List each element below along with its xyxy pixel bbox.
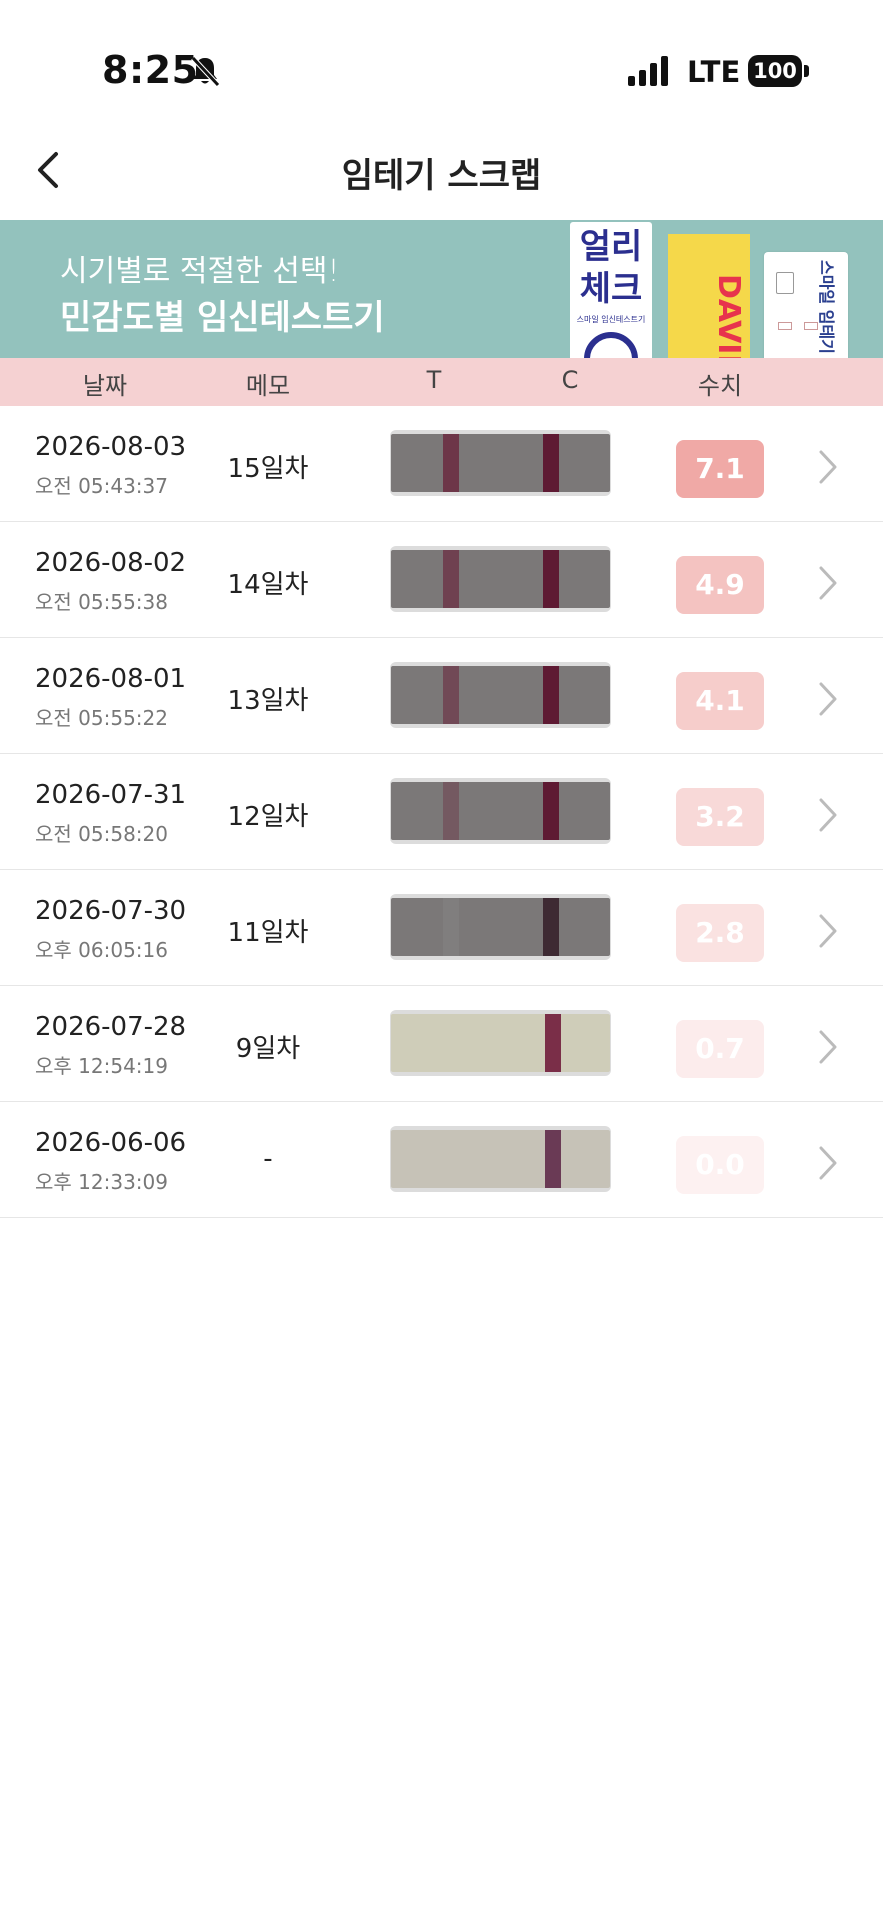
test-strip-image xyxy=(390,778,611,844)
test-strip-image xyxy=(390,894,611,960)
row-time: 오전 05:58:20 xyxy=(35,822,168,846)
row-date: 2026-06-06 xyxy=(35,1128,187,1158)
nav-bar: 임테기 스크랩 xyxy=(0,120,883,220)
row-date: 2026-07-30 xyxy=(35,896,187,926)
control-line xyxy=(545,1130,561,1188)
value-badge: 2.8 xyxy=(676,904,764,962)
chevron-right-icon xyxy=(819,682,837,716)
control-line xyxy=(545,1014,561,1072)
chevron-right-icon xyxy=(819,914,837,948)
row-memo: 15일차 xyxy=(227,454,309,484)
value-badge: 0.7 xyxy=(676,1020,764,1078)
bell-slash-icon xyxy=(191,56,220,87)
test-strip-image xyxy=(390,1126,611,1192)
david-text: DAVID -SUPER xyxy=(711,274,746,358)
row-time: 오전 05:55:22 xyxy=(35,706,168,730)
list-item[interactable]: 2026-07-31 오전 05:58:20 12일차 3.2 xyxy=(0,754,883,870)
value-badge: 3.2 xyxy=(676,788,764,846)
banner-title: 민감도별 임신테스트기 xyxy=(60,298,385,338)
control-line xyxy=(543,898,559,956)
status-time: 8:25 xyxy=(102,48,199,92)
scrap-list: 2026-08-03 오전 05:43:37 15일차 7.1 2026-08-… xyxy=(0,406,883,1218)
control-line xyxy=(543,550,559,608)
row-date: 2026-07-28 xyxy=(35,1012,187,1042)
chevron-right-icon xyxy=(819,450,837,484)
list-item[interactable]: 2026-07-30 오후 06:05:16 11일차 2.8 xyxy=(0,870,883,986)
row-memo: - xyxy=(263,1144,273,1174)
status-bar: 8:25 LTE 100 xyxy=(0,0,883,120)
row-date: 2026-07-31 xyxy=(35,780,187,810)
banner-subtitle: 시기별로 적절한 선택! xyxy=(60,254,340,289)
control-line xyxy=(543,782,559,840)
promo-banner[interactable]: 시기별로 적절한 선택! 민감도별 임신테스트기 얼리 체크 스마일 임신테스트… xyxy=(0,220,883,358)
header-c: C xyxy=(561,366,579,394)
list-item[interactable]: 2026-06-06 오후 12:33:09 - 0.0 xyxy=(0,1102,883,1218)
header-memo: 메모 xyxy=(245,372,291,400)
test-line xyxy=(443,434,459,492)
row-memo: 12일차 xyxy=(227,802,309,832)
chevron-right-icon xyxy=(819,566,837,600)
row-memo: 13일차 xyxy=(227,686,309,716)
product-box-david: DAVID -SUPER xyxy=(668,234,750,358)
chevron-right-icon xyxy=(819,1030,837,1064)
product-box-smile: 스마일 임테기 xyxy=(764,252,848,358)
row-memo: 14일차 xyxy=(227,570,309,600)
chevron-right-icon xyxy=(819,1146,837,1180)
early-check-sub: 스마일 임신테스트기 xyxy=(576,315,646,324)
row-time: 오전 05:55:38 xyxy=(35,590,168,614)
row-memo: 11일차 xyxy=(227,918,309,948)
battery-level: 100 xyxy=(748,55,802,87)
header-date: 날짜 xyxy=(82,372,128,400)
test-line xyxy=(443,898,459,956)
test-strip-image xyxy=(390,546,611,612)
list-item[interactable]: 2026-08-01 오전 05:55:22 13일차 4.1 xyxy=(0,638,883,754)
row-time: 오후 06:05:16 xyxy=(35,938,168,962)
product-box-early-check: 얼리 체크 스마일 임신테스트기 xyxy=(570,222,652,358)
list-item[interactable]: 2026-07-28 오후 12:54:19 9일차 0.7 xyxy=(0,986,883,1102)
test-strip-image xyxy=(390,430,611,496)
page-title: 임테기 스크랩 xyxy=(341,156,542,196)
test-strip-image xyxy=(390,662,611,728)
cellular-signal-icon xyxy=(628,56,668,86)
header-t: T xyxy=(426,366,442,394)
header-value: 수치 xyxy=(697,372,743,400)
test-line xyxy=(443,666,459,724)
row-date: 2026-08-01 xyxy=(35,664,187,694)
early-check-title: 얼리 체크 xyxy=(579,227,643,309)
smile-text: 스마일 임테기 xyxy=(817,260,836,354)
row-time: 오후 12:33:09 xyxy=(35,1170,168,1194)
table-header: 날짜 메모 T C 수치 xyxy=(0,358,883,406)
control-line xyxy=(543,666,559,724)
value-badge: 0.0 xyxy=(676,1136,764,1194)
test-line xyxy=(443,550,459,608)
row-memo: 9일차 xyxy=(235,1034,301,1064)
test-line xyxy=(443,782,459,840)
test-strip-image xyxy=(390,1010,611,1076)
value-badge: 4.1 xyxy=(676,672,764,730)
network-label: LTE xyxy=(687,55,741,89)
list-item[interactable]: 2026-08-03 오전 05:43:37 15일차 7.1 xyxy=(0,406,883,522)
chevron-right-icon xyxy=(819,798,837,832)
row-time: 오후 12:54:19 xyxy=(35,1054,168,1078)
value-badge: 4.9 xyxy=(676,556,764,614)
battery-icon: 100 xyxy=(748,55,809,87)
row-date: 2026-08-02 xyxy=(35,548,187,578)
list-item[interactable]: 2026-08-02 오전 05:55:38 14일차 4.9 xyxy=(0,522,883,638)
value-badge: 7.1 xyxy=(676,440,764,498)
row-time: 오전 05:43:37 xyxy=(35,474,168,498)
row-date: 2026-08-03 xyxy=(35,432,187,462)
control-line xyxy=(543,434,559,492)
